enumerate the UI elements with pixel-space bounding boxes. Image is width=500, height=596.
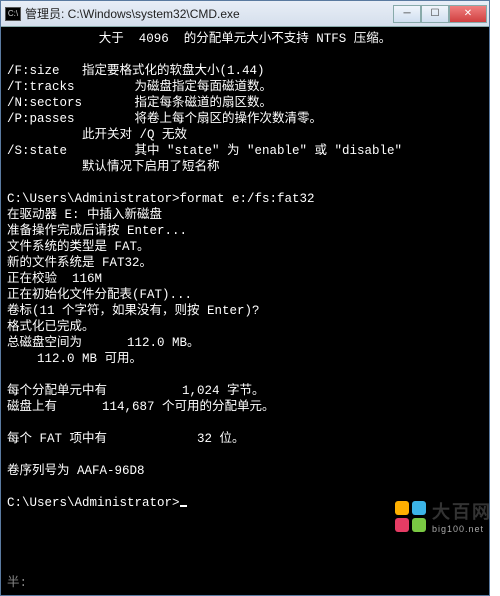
out-line: 准备操作完成后请按 Enter... <box>7 224 187 238</box>
out-line: 卷标(11 个字符，如果没有，则按 Enter)? <box>7 304 260 318</box>
header-line: 大于 4096 的分配单元大小不支持 NTFS 压缩。 <box>7 31 483 47</box>
out-line: 文件系统的类型是 FAT。 <box>7 240 150 254</box>
window-title: 管理员: C:\Windows\system32\CMD.exe <box>25 5 393 22</box>
watermark-text: 大百网 big100.net <box>432 498 492 534</box>
opt-line: /T:tracks 为磁盘指定每面磁道数。 <box>7 80 272 94</box>
titlebar[interactable]: C:\ 管理员: C:\Windows\system32\CMD.exe ─ ☐… <box>1 1 489 27</box>
opt-line: /P:passes 将卷上每个扇区的操作次数清零。 <box>7 112 322 126</box>
command: format e:/fs:fat32 <box>180 192 315 206</box>
opt-line: 此开关对 /Q 无效 <box>7 128 187 142</box>
opt-line: /N:sectors 指定每条磁道的扇区数。 <box>7 96 272 110</box>
out-line: 正在初始化文件分配表(FAT)... <box>7 288 192 302</box>
out-line: 新的文件系统是 FAT32。 <box>7 256 152 270</box>
watermark-logo-icon <box>395 501 426 532</box>
out-line: 每个分配单元中有 1,024 字节。 <box>7 384 265 398</box>
prompt: C:\Users\Administrator> <box>7 496 180 510</box>
opt-line: /S:state 其中 "state" 为 "enable" 或 "disabl… <box>7 144 402 158</box>
prompt: C:\Users\Administrator> <box>7 192 180 206</box>
opt-line: /F:size 指定要格式化的软盘大小(1.44) <box>7 64 265 78</box>
cmd-icon: C:\ <box>5 7 21 21</box>
minimize-button[interactable]: ─ <box>393 5 421 23</box>
close-button[interactable]: ✕ <box>449 5 487 23</box>
opt-line: 默认情况下启用了短名称 <box>7 160 220 174</box>
out-line: 格式化已完成。 <box>7 320 95 334</box>
out-line: 磁盘上有 114,687 个可用的分配单元。 <box>7 400 275 414</box>
window-controls: ─ ☐ ✕ <box>393 5 487 23</box>
out-line: 112.0 MB 可用。 <box>7 352 142 366</box>
watermark: 大百网 big100.net <box>395 498 492 534</box>
out-line: 正在校验 116M <box>7 272 102 286</box>
maximize-button[interactable]: ☐ <box>421 5 449 23</box>
out-line: 总磁盘空间为 112.0 MB。 <box>7 336 200 350</box>
out-line: 卷序列号为 AAFA-96D8 <box>7 464 145 478</box>
out-line: 每个 FAT 项中有 32 位。 <box>7 432 245 446</box>
ime-indicator: 半: <box>7 576 27 590</box>
out-line: 在驱动器 E: 中插入新磁盘 <box>7 208 162 222</box>
cursor <box>180 505 187 507</box>
